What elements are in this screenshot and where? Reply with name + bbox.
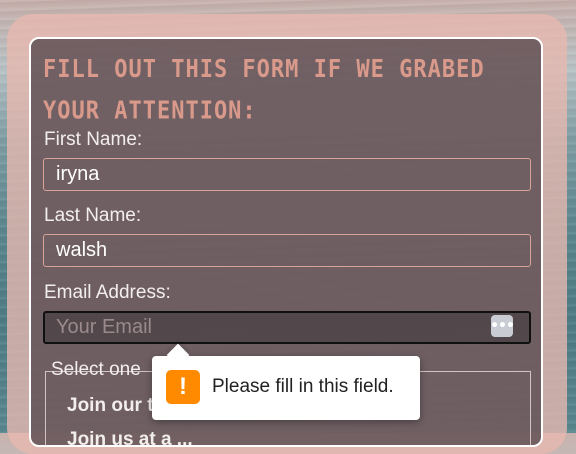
email-label: Email Address:: [44, 282, 171, 303]
fieldset-legend: Select one: [51, 359, 141, 380]
first-name-input[interactable]: [43, 158, 531, 191]
option-label[interactable]: Join our t: [67, 395, 154, 417]
first-name-label: First Name:: [44, 129, 143, 150]
autofill-icon[interactable]: •••: [490, 315, 515, 337]
validation-message: Please fill in this field.: [212, 376, 394, 397]
validation-tooltip: ! Please fill in this field.: [152, 343, 420, 420]
option-label[interactable]: Join us at a ...: [67, 429, 193, 445]
last-name-input[interactable]: [43, 234, 531, 267]
warning-icon: !: [166, 370, 200, 404]
email-input[interactable]: [43, 311, 531, 344]
last-name-label: Last Name:: [44, 205, 142, 226]
form-heading: Fill out this form if we grabed your att…: [43, 55, 485, 126]
